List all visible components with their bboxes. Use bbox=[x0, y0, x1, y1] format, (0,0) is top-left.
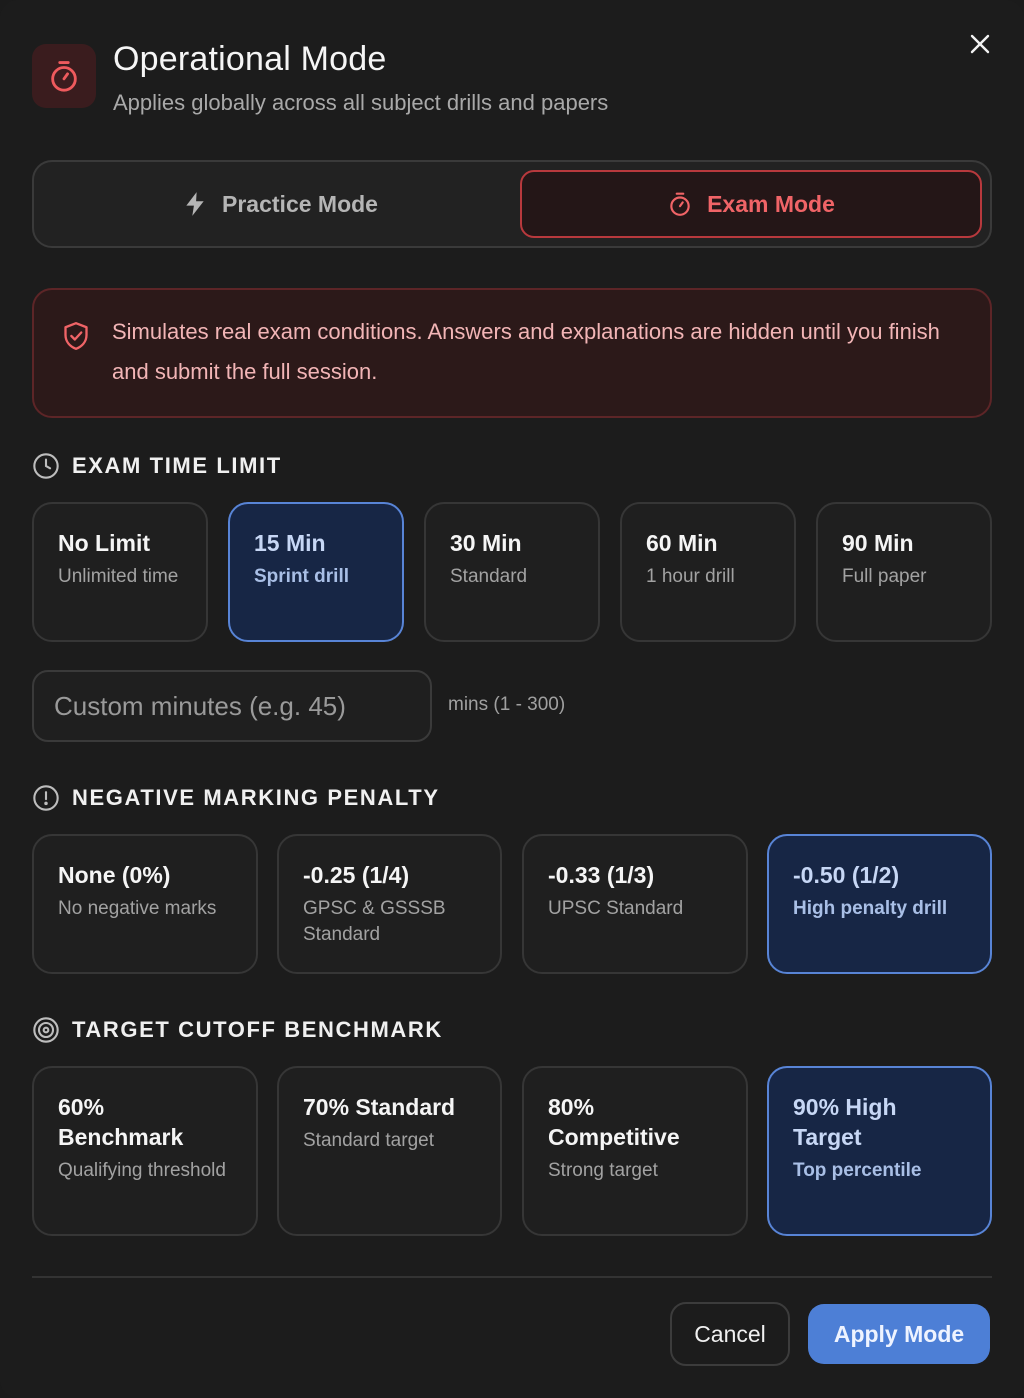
exam-mode-label: Exam Mode bbox=[707, 190, 835, 217]
time-limit-label: EXAM TIME LIMIT bbox=[72, 453, 282, 478]
time-limit-heading: EXAM TIME LIMIT bbox=[32, 452, 282, 480]
cutoff-heading: TARGET CUTOFF BENCHMARK bbox=[32, 1016, 443, 1044]
stopwatch-icon bbox=[670, 192, 690, 216]
cutoff-option-sub: Top percentile bbox=[793, 1160, 922, 1181]
cutoff-option-title: 70% Standard bbox=[303, 1094, 456, 1120]
mode-toggle: Practice Mode Exam Mode bbox=[32, 160, 992, 248]
dialog-title: Operational Mode bbox=[113, 40, 387, 78]
penalty-option-title: -0.33 (1/3) bbox=[548, 862, 655, 888]
penalty-option-half[interactable]: -0.50 (1/2) High penalty drill bbox=[767, 834, 992, 974]
penalty-option-title: None (0%) bbox=[58, 862, 171, 888]
practice-mode-button[interactable]: Practice Mode bbox=[42, 170, 518, 238]
exam-mode-notice: Simulates real exam conditions. Answers … bbox=[32, 288, 992, 418]
penalty-option-sub: UPSC Standard bbox=[548, 898, 684, 919]
close-button[interactable] bbox=[962, 26, 998, 62]
exam-mode-button[interactable]: Exam Mode bbox=[520, 170, 982, 238]
cutoff-option-80[interactable]: 80% Competitive Strong target bbox=[522, 1066, 748, 1236]
penalty-option-title: -0.50 (1/2) bbox=[793, 862, 900, 888]
custom-minutes-input[interactable] bbox=[32, 670, 432, 742]
cutoff-option-sub: Standard target bbox=[303, 1130, 434, 1151]
cutoff-option-90[interactable]: 90% High Target Top percentile bbox=[767, 1066, 992, 1236]
stopwatch-icon bbox=[32, 44, 96, 108]
time-option-title: 60 Min bbox=[646, 530, 718, 556]
cutoff-option-sub: Qualifying threshold bbox=[58, 1160, 226, 1181]
penalty-option-sub: No negative marks bbox=[58, 898, 217, 919]
cutoff-option-title: 60% Benchmark bbox=[58, 1094, 184, 1150]
penalty-heading: NEGATIVE MARKING PENALTY bbox=[32, 784, 440, 812]
time-option-90-min[interactable]: 90 Min Full paper bbox=[816, 502, 992, 642]
time-option-title: 90 Min bbox=[842, 530, 914, 556]
operational-mode-dialog: Operational Mode Applies globally across… bbox=[0, 0, 1024, 1398]
dialog-subtitle: Applies globally across all subject dril… bbox=[113, 90, 609, 115]
alert-circle-icon bbox=[33, 785, 59, 811]
shield-check-icon bbox=[64, 321, 88, 350]
time-option-sub: Sprint drill bbox=[254, 566, 349, 587]
time-option-no-limit[interactable]: No Limit Unlimited time bbox=[32, 502, 208, 642]
target-icon bbox=[33, 1017, 59, 1043]
penalty-option-sub: High penalty drill bbox=[793, 898, 948, 919]
close-icon bbox=[970, 34, 990, 54]
penalty-option-none[interactable]: None (0%) No negative marks bbox=[32, 834, 258, 974]
footer-divider bbox=[32, 1276, 992, 1278]
penalty-option-title: -0.25 (1/4) bbox=[303, 862, 410, 888]
cutoff-option-title: 90% High Target bbox=[793, 1094, 897, 1150]
time-option-30-min[interactable]: 30 Min Standard bbox=[424, 502, 600, 642]
penalty-label: NEGATIVE MARKING PENALTY bbox=[72, 785, 440, 810]
time-option-sub: Standard bbox=[450, 566, 528, 587]
bolt-icon bbox=[186, 192, 204, 216]
time-option-sub: Full paper bbox=[842, 566, 927, 587]
notice-text: Simulates real exam conditions. Answers … bbox=[112, 319, 940, 384]
cutoff-option-title: 80% Competitive bbox=[548, 1094, 680, 1150]
time-option-title: 15 Min bbox=[254, 530, 326, 556]
penalty-option-sub: GPSC & GSSSB Standard bbox=[303, 898, 446, 945]
custom-minutes-range-note: mins (1 - 300) bbox=[448, 694, 566, 715]
cutoff-option-60[interactable]: 60% Benchmark Qualifying threshold bbox=[32, 1066, 258, 1236]
apply-mode-button[interactable]: Apply Mode bbox=[808, 1304, 990, 1364]
time-option-title: 30 Min bbox=[450, 530, 522, 556]
time-option-15-min[interactable]: 15 Min Sprint drill bbox=[228, 502, 404, 642]
time-option-60-min[interactable]: 60 Min 1 hour drill bbox=[620, 502, 796, 642]
cutoff-option-sub: Strong target bbox=[548, 1160, 658, 1181]
practice-mode-label: Practice Mode bbox=[222, 190, 378, 217]
penalty-option-quarter[interactable]: -0.25 (1/4) GPSC & GSSSB Standard bbox=[277, 834, 502, 974]
time-option-sub: 1 hour drill bbox=[646, 566, 735, 587]
cancel-button[interactable]: Cancel bbox=[670, 1302, 790, 1366]
clock-icon bbox=[33, 453, 59, 479]
penalty-option-third[interactable]: -0.33 (1/3) UPSC Standard bbox=[522, 834, 748, 974]
time-option-sub: Unlimited time bbox=[58, 566, 179, 587]
cutoff-label: TARGET CUTOFF BENCHMARK bbox=[72, 1017, 443, 1042]
time-option-title: No Limit bbox=[58, 530, 150, 556]
cutoff-option-70[interactable]: 70% Standard Standard target bbox=[277, 1066, 502, 1236]
